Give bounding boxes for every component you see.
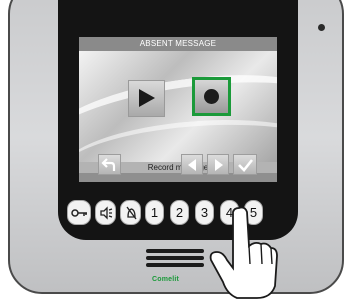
checkmark-icon	[238, 159, 254, 172]
play-button[interactable]	[129, 81, 164, 116]
grille-line	[146, 256, 204, 260]
confirm-button[interactable]	[233, 154, 257, 175]
left-button[interactable]	[181, 154, 203, 175]
key-button[interactable]	[67, 200, 91, 225]
key-2-button[interactable]: 2	[170, 200, 189, 225]
pointing-hand-icon	[209, 206, 278, 299]
key-1-button[interactable]: 1	[145, 200, 164, 225]
key-icon	[71, 209, 87, 217]
mute-bell-button[interactable]	[120, 200, 141, 225]
record-button[interactable]	[192, 77, 231, 116]
speaker-volume-icon	[100, 206, 113, 220]
left-arrow-icon	[188, 159, 196, 171]
right-arrow-icon	[215, 159, 223, 171]
speaker-grille	[146, 249, 204, 271]
screen-title: ABSENT MESSAGE	[79, 37, 277, 51]
status-led	[318, 24, 325, 31]
speaker-button[interactable]	[95, 200, 116, 225]
right-button[interactable]	[207, 154, 229, 175]
record-icon	[204, 89, 219, 104]
grille-line	[146, 249, 204, 253]
bell-off-icon	[126, 206, 137, 220]
brand-logo: Comelit	[152, 276, 180, 283]
back-arrow-icon	[101, 158, 116, 171]
play-icon	[139, 89, 155, 107]
back-button[interactable]	[98, 154, 121, 175]
grille-line	[146, 263, 204, 267]
